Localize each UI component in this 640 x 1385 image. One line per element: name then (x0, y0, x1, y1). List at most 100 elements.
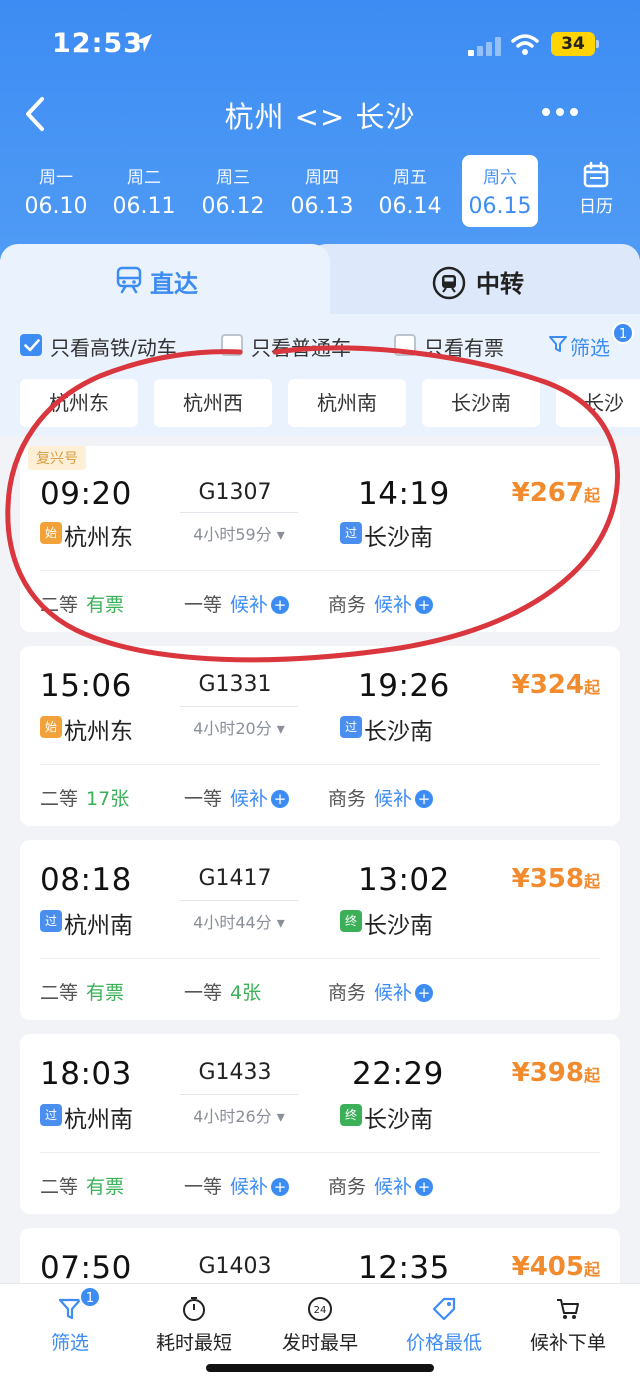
price: ¥324起 (512, 670, 600, 700)
station-chip[interactable]: 杭州西 (154, 379, 272, 427)
seat-first-class[interactable]: 一等 候补 + (184, 784, 290, 811)
price-suffix: 起 (583, 678, 600, 697)
station-chip[interactable]: 杭州东 (20, 379, 138, 427)
seat-second-class: 二等 有票 (40, 1172, 124, 1199)
price-value: ¥324 (511, 670, 584, 700)
station-chip[interactable]: 长沙南 (422, 379, 540, 427)
pass-station-tag: 过 (340, 522, 362, 544)
arrival-station: 长沙南 (364, 719, 433, 745)
station-chip[interactable]: 杭州南 (288, 379, 406, 427)
train-card[interactable]: 复兴号 09:20 G1307 14:19 ¥267起 始 杭州东 4小时59分… (20, 446, 620, 632)
sort-lowest-price-label: 价格最低 (405, 1332, 482, 1354)
calendar-icon (583, 161, 609, 188)
sort-earliest-button[interactable]: 24 发时最早 (256, 1296, 384, 1355)
calendar-button[interactable]: 日历 (566, 161, 626, 217)
tab-direct-selected[interactable]: 直达 (0, 244, 330, 314)
pass-station-tag: 过 (340, 716, 362, 738)
bottom-filter-badge: 1 (79, 1286, 101, 1308)
train-card[interactable]: 15:06 G1331 19:26 ¥324起 始 杭州东 4小时20分 ▾ 过… (20, 646, 620, 826)
duration[interactable]: 4小时26分 ▾ (180, 1094, 298, 1127)
regular-train-checkbox[interactable] (221, 334, 243, 356)
date-tab-thu[interactable]: 周四 06.13 (284, 155, 360, 227)
checkmark-icon (24, 339, 40, 352)
plus-icon: + (415, 1178, 434, 1196)
duration[interactable]: 4小时20分 ▾ (180, 706, 298, 739)
start-station-tag: 始 (40, 522, 62, 544)
train-card[interactable]: 18:03 G1433 22:29 ¥398起 过 杭州南 4小时26分 ▾ 终… (20, 1034, 620, 1214)
seat-class: 一等 (184, 1176, 223, 1198)
arrival-station: 长沙南 (364, 1107, 433, 1133)
duration-text: 4小时20分 (193, 719, 272, 738)
plus-icon: + (415, 596, 434, 614)
date-tab-fri[interactable]: 周五 06.14 (372, 155, 448, 227)
train-number: G1307 (198, 480, 272, 505)
seat-status: 有票 (86, 982, 125, 1004)
bottom-filter-button[interactable]: 筛选 (6, 1296, 134, 1355)
date-tab-wed[interactable]: 周三 06.12 (195, 155, 271, 227)
tab-transfer[interactable]: 中转 (300, 244, 640, 314)
arrival-time: 13:02 (358, 862, 450, 898)
date-weekday: 周二 (127, 168, 161, 188)
seat-status: 有票 (86, 594, 125, 616)
cart-icon (557, 1299, 579, 1319)
departure-station: 杭州南 (64, 913, 133, 939)
bottom-filter-label: 筛选 (50, 1332, 89, 1354)
sort-shortest-button[interactable]: 耗时最短 (130, 1296, 258, 1355)
signal-icon (468, 36, 502, 56)
seat-class: 一等 (184, 594, 223, 616)
filter-button[interactable]: 筛选 (570, 332, 610, 361)
departure-time: 07:50 (40, 1250, 132, 1286)
filter-funnel-icon[interactable] (548, 334, 568, 354)
card-divider (40, 764, 600, 765)
seat-class: 一等 (184, 788, 223, 810)
station-chips: 杭州东 杭州西 杭州南 长沙南 长沙 (0, 374, 640, 436)
duration[interactable]: 4小时59分 ▾ (180, 512, 298, 545)
seat-business-class[interactable]: 商务 候补 + (328, 784, 434, 811)
plus-icon: + (271, 596, 290, 614)
high-speed-label[interactable]: 只看高铁/动车 (50, 332, 177, 361)
date-weekday: 周一 (39, 168, 73, 188)
date-tab-tue[interactable]: 周二 06.11 (106, 155, 182, 227)
available-only-checkbox[interactable] (394, 334, 416, 356)
seat-first-class[interactable]: 一等 候补 + (184, 1172, 290, 1199)
station-chip[interactable]: 长沙 (556, 379, 640, 427)
seat-class: 二等 (40, 594, 79, 616)
status-bar: 12:53 34 (0, 26, 640, 66)
date-tab-sat-selected[interactable]: 周六 06.15 (462, 155, 538, 227)
price-suffix: 起 (583, 486, 600, 505)
seat-status: 候补 (374, 594, 413, 616)
arrival-time: 14:19 (358, 476, 450, 512)
seat-first-class[interactable]: 一等 候补 + (184, 590, 290, 617)
seat-status: 候补 (230, 594, 269, 616)
waitlist-order-button[interactable]: 候补下单 (504, 1296, 632, 1355)
train-icon (116, 266, 142, 294)
seat-business-class[interactable]: 商务 候补 + (328, 978, 434, 1005)
available-only-label[interactable]: 只看有票 (424, 332, 504, 361)
date-value: 06.15 (468, 194, 532, 219)
departure-station: 杭州东 (64, 719, 133, 745)
more-icon[interactable] (540, 106, 580, 118)
battery-icon: 34 (551, 32, 595, 56)
status-time: 12:53 (52, 28, 143, 59)
train-card[interactable]: 08:18 G1417 13:02 ¥358起 过 杭州南 4小时44分 ▾ 终… (20, 840, 620, 1020)
seat-business-class[interactable]: 商务 候补 + (328, 1172, 434, 1199)
waitlist-order-label: 候补下单 (529, 1332, 606, 1354)
seat-second-class: 二等 有票 (40, 590, 124, 617)
mode-tabs: 中转 直达 (0, 244, 640, 314)
date-tab-mon[interactable]: 周一 06.10 (18, 155, 94, 227)
sort-lowest-price-button[interactable]: 价格最低 (380, 1296, 508, 1355)
seat-business-class[interactable]: 商务 候补 + (328, 590, 434, 617)
pass-station-tag: 过 (40, 910, 62, 932)
date-value: 06.13 (290, 194, 354, 219)
departure-time: 08:18 (40, 862, 132, 898)
duration[interactable]: 4小时44分 ▾ (180, 900, 298, 933)
regular-train-label[interactable]: 只看普通车 (251, 332, 351, 361)
price-value: ¥267 (511, 478, 584, 508)
location-arrow-icon (134, 34, 152, 52)
timer-icon (183, 1297, 205, 1321)
seat-class: 商务 (328, 788, 367, 810)
high-speed-checkbox[interactable] (20, 334, 42, 356)
filter-row: 只看高铁/动车 只看普通车 只看有票 筛选 1 (0, 314, 640, 374)
departure-time: 09:20 (40, 476, 132, 512)
date-strip: 周一 06.10 周二 06.11 周三 06.12 周四 06.13 周五 0… (0, 155, 640, 235)
